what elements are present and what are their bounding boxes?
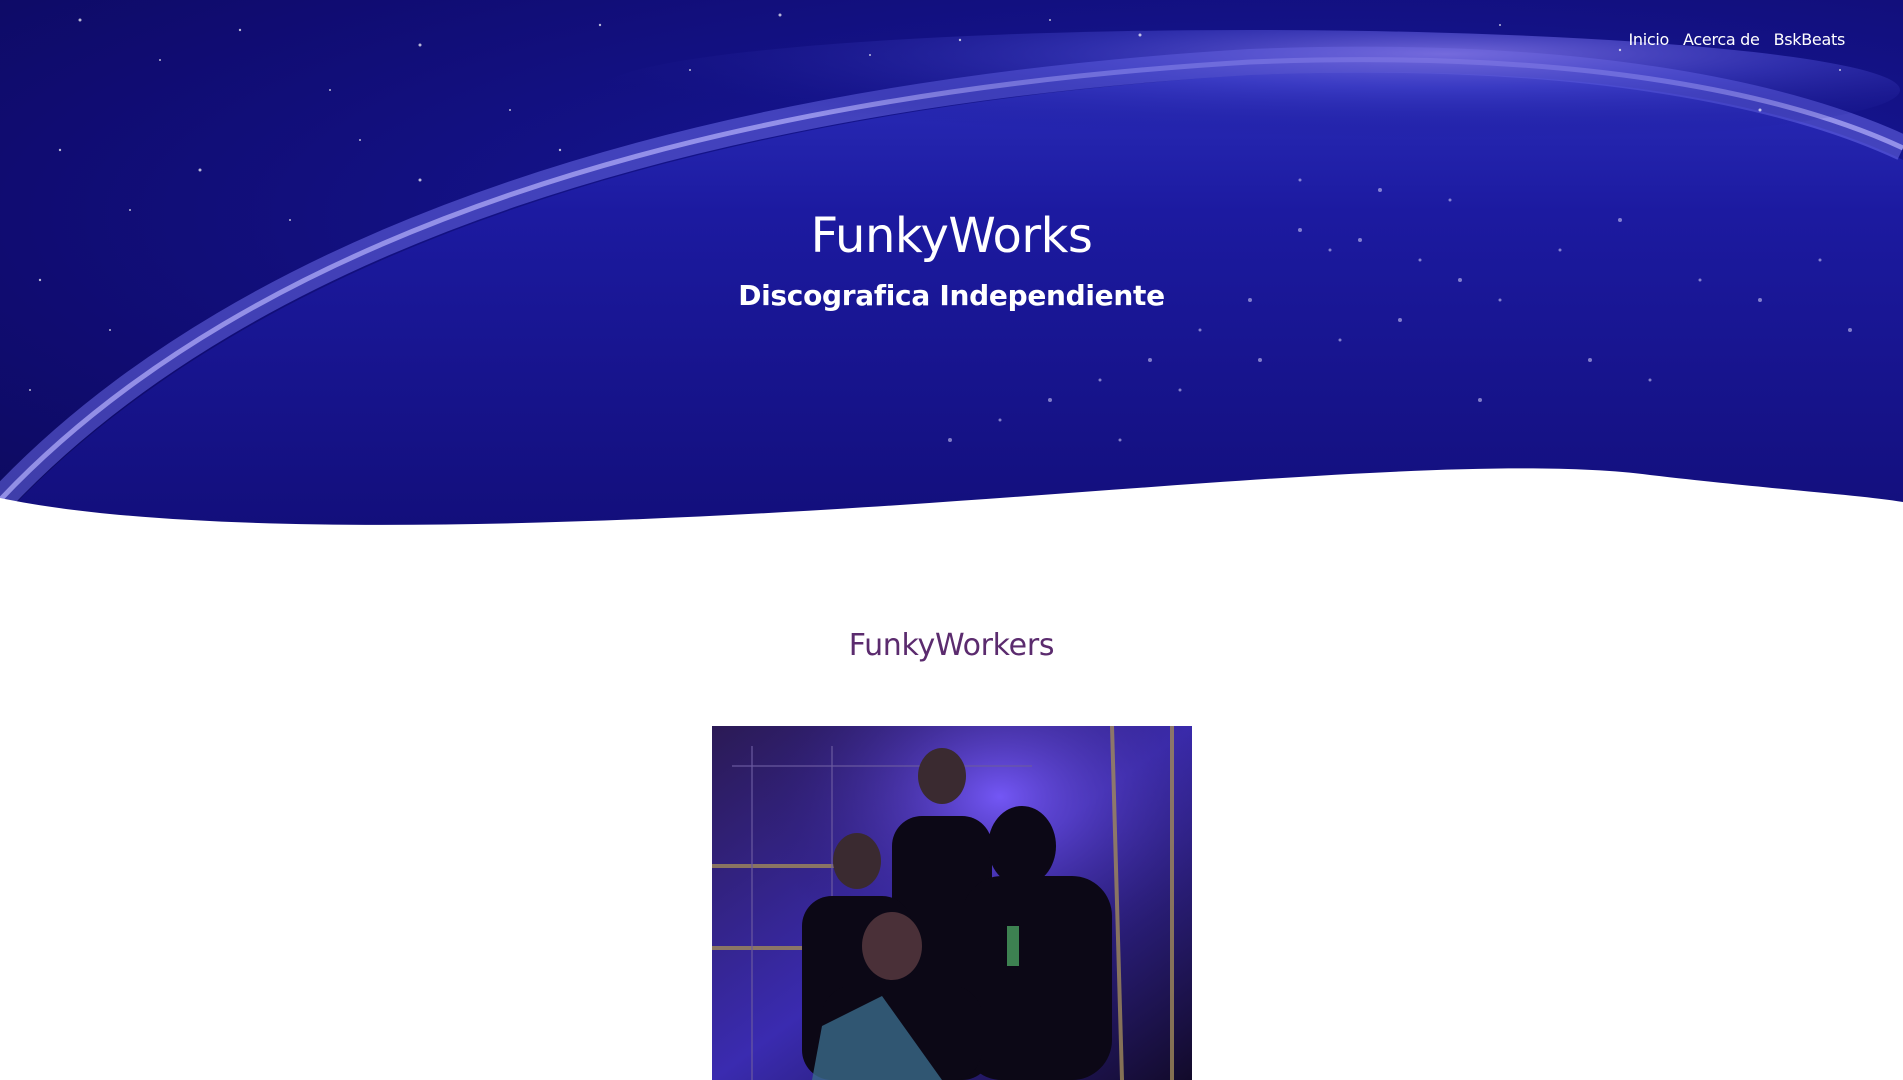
site-subtitle: Discografica Independiente: [738, 279, 1165, 312]
group-photo: [712, 726, 1192, 1080]
earth-background-image: [0, 13, 1903, 540]
section-title: FunkyWorkers: [848, 628, 1055, 663]
group-photo-image: [712, 726, 1192, 1080]
nav-link-inicio[interactable]: Inicio: [1629, 30, 1670, 49]
top-nav: Inicio Acerca de BskBeats: [1629, 30, 1846, 49]
nav-link-acerca-de[interactable]: Acerca de: [1683, 30, 1760, 49]
site-title: FunkyWorks: [810, 208, 1093, 264]
hero-banner: Inicio Acerca de BskBeats FunkyWorks Dis…: [0, 0, 1903, 540]
nav-link-bskbeats[interactable]: BskBeats: [1774, 30, 1846, 49]
